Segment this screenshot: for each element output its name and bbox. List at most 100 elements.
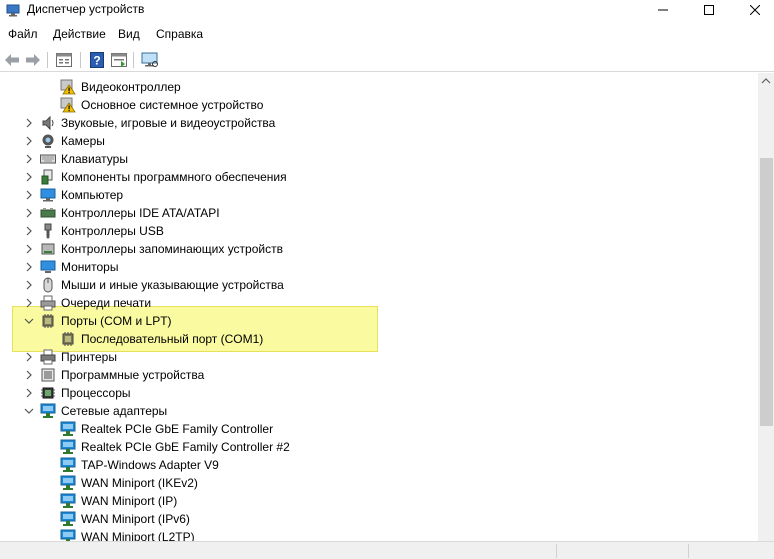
device-tree: Видеоконтроллер Основное системное устрой… xyxy=(0,77,758,559)
chevron-right-icon xyxy=(26,172,32,182)
tree-row[interactable]: Контроллеры USB xyxy=(26,222,164,240)
tree-row-label: Принтеры xyxy=(61,350,117,364)
back-button[interactable] xyxy=(3,51,21,68)
tree-row-label: Мыши и иные указывающие устройства xyxy=(61,278,284,292)
toolbar: ? xyxy=(0,46,774,72)
tree-row-label: Очереди печати xyxy=(61,296,152,310)
help-button[interactable]: ? xyxy=(88,51,106,68)
menu-help[interactable]: Справка xyxy=(156,27,203,41)
tree-row[interactable]: Звуковые, игровые и видеоустройства xyxy=(26,114,275,132)
tree-row[interactable]: WAN Miniport (IKEv2) xyxy=(60,474,198,492)
properties-icon xyxy=(56,52,72,67)
expand-toggle[interactable] xyxy=(24,388,34,398)
tree-row-label: Контроллеры IDE ATA/ATAPI xyxy=(61,206,220,220)
computer-icon xyxy=(40,187,56,203)
tree-row-label: Клавиатуры xyxy=(61,152,128,166)
chevron-down-icon xyxy=(24,318,34,324)
expand-toggle[interactable] xyxy=(24,262,34,272)
tree-row[interactable]: Основное системное устройство xyxy=(60,96,263,114)
tree-row[interactable]: WAN Miniport (IPv6) xyxy=(60,510,190,528)
expand-toggle[interactable] xyxy=(24,244,34,254)
expand-toggle[interactable] xyxy=(24,118,34,128)
tree-row-label: Realtek PCIe GbE Family Controller xyxy=(81,422,274,436)
tree-row-label: Контроллеры запоминающих устройств xyxy=(61,242,283,256)
chevron-right-icon xyxy=(26,154,32,164)
tree-row[interactable]: Порты (COM и LPT) xyxy=(24,312,172,330)
properties-button[interactable] xyxy=(55,51,73,68)
tree-row-label: Основное системное устройство xyxy=(81,98,264,112)
tree-row-label: Компоненты программного обеспечения xyxy=(61,170,287,184)
expand-toggle[interactable] xyxy=(24,136,34,146)
storage-controller-icon xyxy=(40,241,56,257)
network-adapter-icon xyxy=(60,439,76,455)
monitor-icon xyxy=(40,259,56,275)
forward-button[interactable] xyxy=(24,51,42,68)
tree-row-label: Видеоконтроллер xyxy=(81,80,181,94)
menu-bar: Файл Действие Вид Справка xyxy=(0,24,774,44)
tree-row[interactable]: WAN Miniport (IP) xyxy=(60,492,177,510)
tree-row[interactable]: Контроллеры IDE ATA/ATAPI xyxy=(26,204,220,222)
chevron-right-icon xyxy=(26,190,32,200)
svg-text:?: ? xyxy=(93,53,100,67)
chevron-right-icon xyxy=(26,388,32,398)
tree-row[interactable]: Клавиатуры xyxy=(26,150,128,168)
scrollbar-thumb[interactable] xyxy=(760,158,773,426)
scroll-up-icon[interactable] xyxy=(761,78,771,84)
close-icon xyxy=(750,5,760,15)
ide-controller-icon xyxy=(40,205,56,221)
tree-row[interactable]: Realtek PCIe GbE Family Controller #2 xyxy=(60,438,290,456)
tree-row[interactable]: Сетевые адаптеры xyxy=(24,402,167,420)
expand-toggle[interactable] xyxy=(24,154,34,164)
usb-icon xyxy=(40,223,56,239)
processor-icon xyxy=(40,385,56,401)
menu-action[interactable]: Действие xyxy=(53,27,106,41)
show-hidden-icon xyxy=(111,52,127,67)
expand-toggle[interactable] xyxy=(24,298,34,308)
expand-toggle[interactable] xyxy=(24,172,34,182)
scan-hardware-icon xyxy=(141,52,158,67)
network-adapter-icon xyxy=(60,475,76,491)
chevron-right-icon xyxy=(26,280,32,290)
maximize-button[interactable] xyxy=(686,0,732,20)
chevron-right-icon xyxy=(26,352,32,362)
network-adapter-icon xyxy=(60,493,76,509)
expand-toggle[interactable] xyxy=(24,226,34,236)
tree-row[interactable]: Процессоры xyxy=(26,384,131,402)
tree-row[interactable]: Контроллеры запоминающих устройств xyxy=(26,240,283,258)
tree-row[interactable]: Очереди печати xyxy=(26,294,152,312)
chevron-right-icon xyxy=(26,370,32,380)
tree-row[interactable]: Компоненты программного обеспечения xyxy=(26,168,287,186)
expand-toggle[interactable] xyxy=(24,352,34,362)
chevron-right-icon xyxy=(26,226,32,236)
menu-view[interactable]: Вид xyxy=(118,27,140,41)
tree-row[interactable]: Камеры xyxy=(26,132,105,150)
collapse-toggle[interactable] xyxy=(24,406,34,416)
warning-device-icon xyxy=(60,79,76,95)
tree-row[interactable]: Последовательный порт (COM1) xyxy=(60,330,263,348)
expand-toggle[interactable] xyxy=(24,370,34,380)
tree-row[interactable]: Realtek PCIe GbE Family Controller xyxy=(60,420,273,438)
menu-file[interactable]: Файл xyxy=(8,27,38,41)
tree-row[interactable]: Мониторы xyxy=(26,258,118,276)
close-button[interactable] xyxy=(732,0,774,20)
show-hidden-button[interactable] xyxy=(110,51,128,68)
window-title: Диспетчер устройств xyxy=(27,2,145,16)
tree-row[interactable]: Компьютер xyxy=(26,186,123,204)
tree-row[interactable]: Программные устройства xyxy=(26,366,204,384)
expand-toggle[interactable] xyxy=(24,190,34,200)
tree-row[interactable]: TAP-Windows Adapter V9 xyxy=(60,456,219,474)
software-component-icon xyxy=(40,169,56,185)
tree-row[interactable]: Принтеры xyxy=(26,348,117,366)
collapse-toggle[interactable] xyxy=(24,316,34,326)
tree-row-label: WAN Miniport (IP) xyxy=(81,494,178,508)
scan-hardware-button[interactable] xyxy=(141,51,159,68)
tree-row[interactable]: Видеоконтроллер xyxy=(60,78,181,96)
port-icon xyxy=(60,331,76,347)
title-bar: Диспетчер устройств xyxy=(0,0,774,20)
expand-toggle[interactable] xyxy=(24,208,34,218)
warning-device-icon xyxy=(60,97,76,113)
expand-toggle[interactable] xyxy=(24,280,34,290)
minimize-button[interactable] xyxy=(640,0,686,20)
tree-row[interactable]: Мыши и иные указывающие устройства xyxy=(26,276,284,294)
tree-row-label: WAN Miniport (IPv6) xyxy=(81,512,190,526)
